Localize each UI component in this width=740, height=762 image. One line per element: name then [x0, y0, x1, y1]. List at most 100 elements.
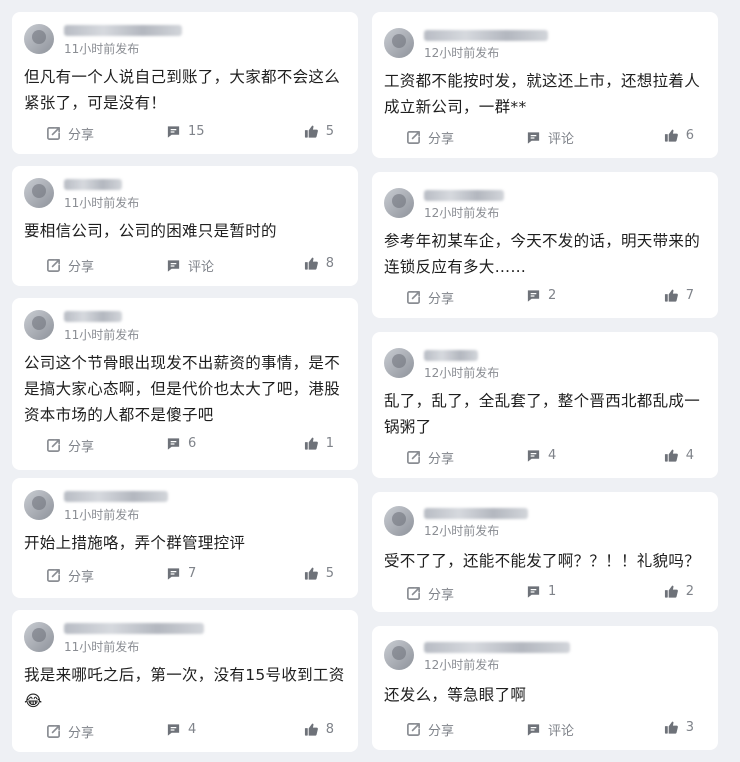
comment-button[interactable]: 评论 — [526, 720, 574, 739]
share-button[interactable]: 分享 — [46, 124, 94, 143]
comment-label: 评论 — [188, 260, 215, 275]
share-icon — [46, 568, 61, 583]
share-button[interactable]: 分享 — [46, 256, 94, 275]
post-card[interactable]: 12小时前发布 工资都不能按时发，就这还上市，还想拉着人成立新公司，一群** 分… — [372, 12, 718, 158]
comment-icon — [166, 722, 181, 737]
username-blurred[interactable] — [64, 25, 182, 36]
post-card[interactable]: 12小时前发布 还发么，等急眼了啊 分享 评论 3 — [372, 626, 718, 750]
post-time: 11小时前发布 — [64, 640, 140, 654]
post-time: 11小时前发布 — [64, 508, 140, 522]
like-button[interactable]: 2 — [664, 584, 694, 599]
username-blurred[interactable] — [64, 311, 122, 322]
post-actions: 分享 4 4 — [372, 448, 718, 468]
post-time: 12小时前发布 — [424, 524, 500, 538]
comment-button[interactable]: 15 — [166, 124, 205, 139]
comment-button[interactable]: 4 — [166, 722, 196, 737]
share-icon — [46, 724, 61, 739]
comment-icon — [166, 436, 181, 451]
post-actions: 分享 2 7 — [372, 288, 718, 308]
thumbs-up-icon — [664, 288, 679, 303]
username-blurred[interactable] — [64, 491, 168, 502]
avatar[interactable] — [24, 178, 54, 208]
avatar[interactable] — [384, 28, 414, 58]
username-blurred[interactable] — [64, 623, 204, 634]
share-label: 分享 — [428, 588, 455, 603]
post-card[interactable]: 11小时前发布 开始上措施咯，弄个群管理控评 分享 7 5 — [12, 478, 358, 598]
username-blurred[interactable] — [424, 30, 548, 41]
like-button[interactable]: 6 — [664, 128, 694, 143]
post-time: 12小时前发布 — [424, 206, 500, 220]
post-time: 11小时前发布 — [64, 328, 140, 342]
like-count: 3 — [685, 720, 694, 735]
avatar[interactable] — [384, 640, 414, 670]
share-button[interactable]: 分享 — [406, 720, 454, 739]
post-card[interactable]: 11小时前发布 我是来哪吒之后，第一次，没有15号收到工资😂 分享 4 8 — [12, 610, 358, 752]
username-blurred[interactable] — [424, 508, 528, 519]
share-label: 分享 — [428, 724, 455, 739]
avatar[interactable] — [384, 188, 414, 218]
username-blurred[interactable] — [424, 350, 478, 361]
comment-label: 评论 — [548, 132, 575, 147]
post-card[interactable]: 11小时前发布 要相信公司，公司的困难只是暂时的 分享 评论 8 — [12, 166, 358, 286]
avatar[interactable] — [384, 506, 414, 536]
share-button[interactable]: 分享 — [406, 128, 454, 147]
post-actions: 分享 15 5 — [12, 124, 358, 144]
post-actions: 分享 评论 6 — [372, 128, 718, 148]
comment-button[interactable]: 1 — [526, 584, 556, 599]
post-card[interactable]: 11小时前发布 但凡有一个人说自己到账了，大家都不会这么紧张了，可是没有！ 分享… — [12, 12, 358, 154]
share-button[interactable]: 分享 — [46, 566, 94, 585]
post-card[interactable]: 12小时前发布 乱了，乱了，全乱套了，整个晋西北都乱成一锅粥了 分享 4 4 — [372, 332, 718, 478]
share-button[interactable]: 分享 — [46, 722, 94, 741]
comment-icon — [526, 288, 541, 303]
avatar[interactable] — [24, 490, 54, 520]
comment-icon — [526, 448, 541, 463]
share-label: 分享 — [68, 570, 95, 585]
avatar[interactable] — [384, 348, 414, 378]
username-blurred[interactable] — [424, 190, 504, 201]
post-text: 工资都不能按时发，就这还上市，还想拉着人成立新公司，一群** — [384, 72, 701, 116]
post-text: 受不了了，还能不能发了啊？？！！礼貌吗？ — [384, 552, 701, 570]
share-label: 分享 — [68, 128, 95, 143]
thumbs-up-icon — [664, 448, 679, 463]
share-button[interactable]: 分享 — [46, 436, 94, 455]
like-count: 5 — [325, 124, 334, 139]
comment-button[interactable]: 4 — [526, 448, 556, 463]
share-icon — [406, 450, 421, 465]
comment-button[interactable]: 评论 — [166, 256, 214, 275]
share-icon — [406, 722, 421, 737]
share-button[interactable]: 分享 — [406, 288, 454, 307]
thumbs-up-icon — [304, 436, 319, 451]
like-count: 7 — [685, 288, 694, 303]
like-button[interactable]: 8 — [304, 722, 334, 737]
like-button[interactable]: 5 — [304, 124, 334, 139]
username-blurred[interactable] — [424, 642, 570, 653]
post-card[interactable]: 11小时前发布 公司这个节骨眼出现发不出薪资的事情，是不是搞大家心态啊，但是代价… — [12, 298, 358, 470]
like-button[interactable]: 3 — [664, 720, 694, 735]
share-icon — [46, 258, 61, 273]
post-text: 公司这个节骨眼出现发不出薪资的事情，是不是搞大家心态啊，但是代价也太大了吧，港股… — [24, 354, 341, 424]
avatar[interactable] — [24, 622, 54, 652]
thumbs-up-icon — [304, 722, 319, 737]
share-button[interactable]: 分享 — [406, 448, 454, 467]
thumbs-up-icon — [304, 566, 319, 581]
avatar[interactable] — [24, 24, 54, 54]
post-time: 12小时前发布 — [424, 658, 500, 672]
share-label: 分享 — [68, 260, 95, 275]
comment-button[interactable]: 2 — [526, 288, 556, 303]
avatar[interactable] — [24, 310, 54, 340]
comment-button[interactable]: 7 — [166, 566, 196, 581]
like-button[interactable]: 1 — [304, 436, 334, 451]
username-blurred[interactable] — [64, 179, 122, 190]
share-button[interactable]: 分享 — [406, 584, 454, 603]
like-button[interactable]: 8 — [304, 256, 334, 271]
post-actions: 分享 7 5 — [12, 566, 358, 586]
like-button[interactable]: 7 — [664, 288, 694, 303]
post-card[interactable]: 12小时前发布 参考年初某车企，今天不发的话，明天带来的连锁反应有多大…… 分享… — [372, 172, 718, 318]
comment-button[interactable]: 6 — [166, 436, 196, 451]
comment-button[interactable]: 评论 — [526, 128, 574, 147]
like-button[interactable]: 5 — [304, 566, 334, 581]
like-button[interactable]: 4 — [664, 448, 694, 463]
like-count: 5 — [325, 566, 334, 581]
post-time: 11小时前发布 — [64, 42, 140, 56]
post-card[interactable]: 12小时前发布 受不了了，还能不能发了啊？？！！礼貌吗？ 分享 1 2 — [372, 492, 718, 612]
